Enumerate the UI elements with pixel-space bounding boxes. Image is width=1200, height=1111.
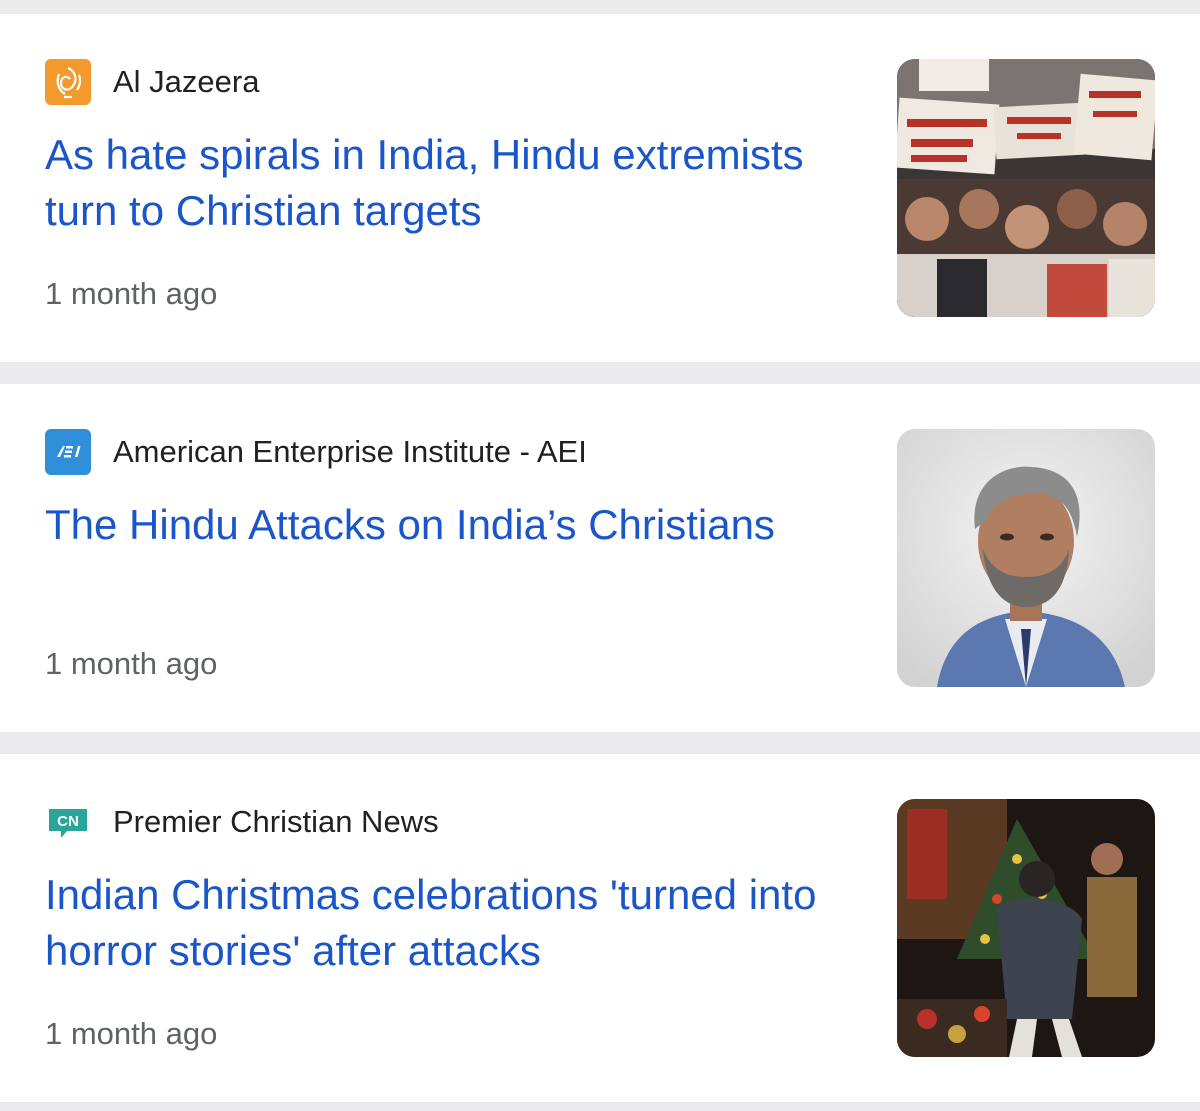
timestamp: 1 month ago <box>45 276 218 311</box>
source-row: CN Premier Christian News <box>45 799 439 845</box>
premier-christian-news-logo-icon: CN <box>45 799 91 845</box>
headline-link[interactable]: The Hindu Attacks on India’s Christians <box>45 497 845 553</box>
timestamp: 1 month ago <box>45 1016 218 1051</box>
source-name: Premier Christian News <box>113 804 439 839</box>
news-card[interactable]: American Enterprise Institute - AEI The … <box>0 384 1200 732</box>
aei-logo-icon <box>45 429 91 475</box>
source-row: Al Jazeera <box>45 59 259 105</box>
man-portrait-photo[interactable] <box>897 429 1155 687</box>
news-card[interactable]: CN Premier Christian News Indian Christm… <box>0 754 1200 1102</box>
svg-text:CN: CN <box>57 813 79 830</box>
headline-link[interactable]: Indian Christmas celebrations 'turned in… <box>45 867 845 979</box>
headline-link[interactable]: As hate spirals in India, Hindu extremis… <box>45 127 845 239</box>
protest-crowd-photo[interactable] <box>897 59 1155 317</box>
source-name: Al Jazeera <box>113 64 260 99</box>
christmas-attack-photo[interactable] <box>897 799 1155 1057</box>
source-name: American Enterprise Institute - AEI <box>113 434 587 469</box>
timestamp: 1 month ago <box>45 646 218 681</box>
news-card[interactable]: Al Jazeera As hate spirals in India, Hin… <box>0 14 1200 362</box>
al-jazeera-logo-icon <box>45 59 91 105</box>
source-row: American Enterprise Institute - AEI <box>45 429 587 475</box>
